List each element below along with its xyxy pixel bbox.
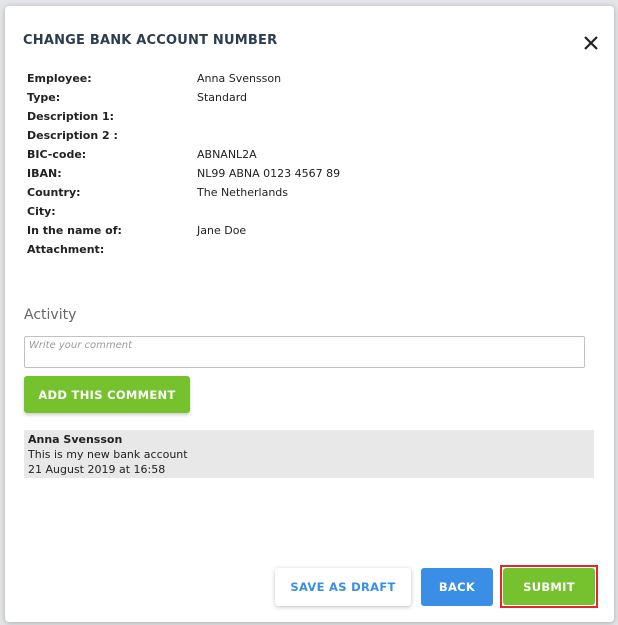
- detail-row-employee: Employee: Anna Svensson: [27, 72, 447, 91]
- detail-value: Standard: [197, 91, 248, 104]
- detail-value: Anna Svensson: [197, 72, 282, 85]
- detail-row-city: City:: [27, 205, 447, 224]
- detail-row-iban: IBAN: NL99 ABNA 0123 4567 89: [27, 167, 447, 186]
- comment-author: Anna Svensson: [28, 433, 123, 446]
- save-as-draft-button[interactable]: SAVE AS DRAFT: [275, 568, 411, 606]
- comment-date: 21 August 2019 at 16:58: [28, 463, 166, 476]
- change-bank-account-dialog: CHANGE BANK ACCOUNT NUMBER Employee: Ann…: [5, 6, 614, 622]
- comment-text: This is my new bank account: [28, 448, 188, 461]
- detail-label: Description 2 :: [27, 129, 118, 142]
- detail-label: City:: [27, 205, 56, 218]
- detail-row-description-1: Description 1:: [27, 110, 447, 129]
- detail-label: In the name of:: [27, 224, 122, 237]
- detail-label: Type:: [27, 91, 61, 104]
- dialog-title: CHANGE BANK ACCOUNT NUMBER: [23, 33, 278, 48]
- detail-row-attachment: Attachment:: [27, 243, 447, 262]
- detail-value: The Netherlands: [197, 186, 289, 199]
- detail-row-country: Country: The Netherlands: [27, 186, 447, 205]
- detail-value: ABNANL2A: [197, 148, 257, 161]
- close-icon[interactable]: [580, 32, 602, 54]
- detail-label: Attachment:: [27, 243, 105, 256]
- submit-button[interactable]: SUBMIT: [503, 568, 595, 605]
- detail-row-in-the-name-of: In the name of: Jane Doe: [27, 224, 447, 243]
- detail-value: Jane Doe: [197, 224, 247, 237]
- detail-label: Country:: [27, 186, 81, 199]
- detail-row-description-2: Description 2 :: [27, 129, 447, 148]
- detail-label: IBAN:: [27, 167, 62, 180]
- activity-heading: Activity: [24, 307, 77, 323]
- detail-label: BIC-code:: [27, 148, 87, 161]
- back-button[interactable]: BACK: [421, 568, 493, 606]
- detail-row-bic-code: BIC-code: ABNANL2A: [27, 148, 447, 167]
- comment-input[interactable]: [24, 336, 585, 368]
- detail-row-type: Type: Standard: [27, 91, 447, 110]
- detail-label: Description 1:: [27, 110, 115, 123]
- add-comment-button[interactable]: ADD THIS COMMENT: [24, 376, 190, 413]
- detail-value: NL99 ABNA 0123 4567 89: [197, 167, 341, 180]
- comment-item: Anna Svensson This is my new bank accoun…: [24, 430, 594, 478]
- detail-label: Employee:: [27, 72, 92, 85]
